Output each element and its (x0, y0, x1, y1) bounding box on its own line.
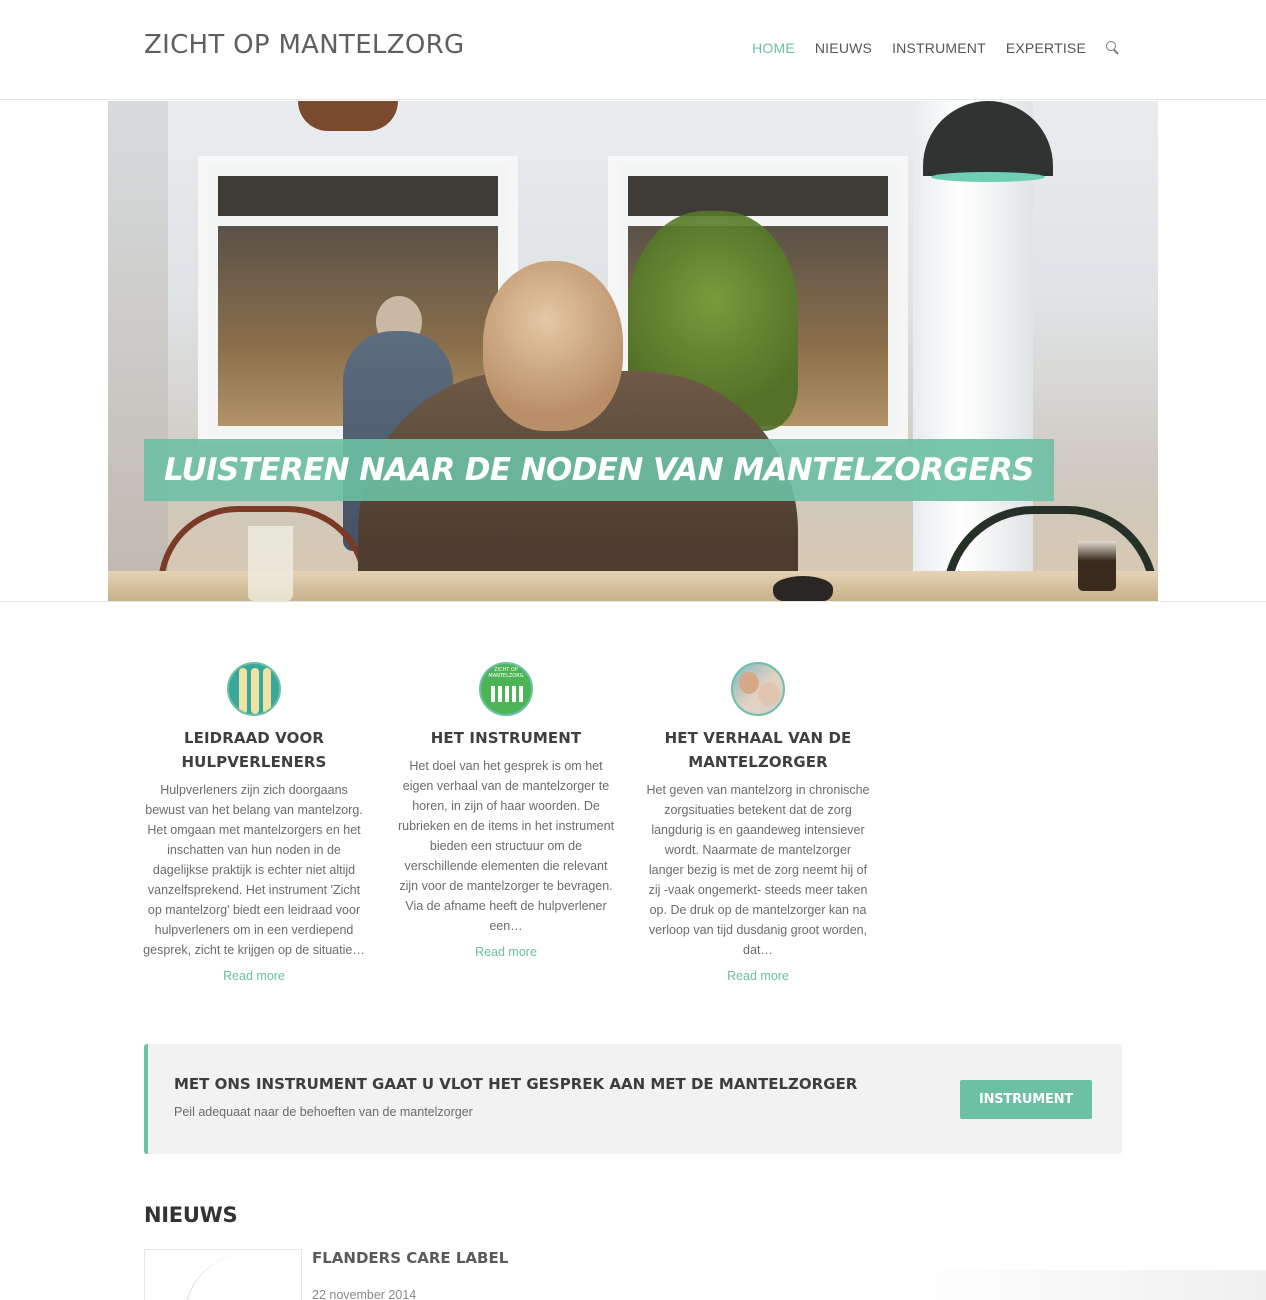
feature-title: HET VERHAAL VAN DE MANTELZORGER (664, 729, 852, 771)
feature-title: HET INSTRUMENT (430, 729, 582, 747)
news-heading: NIEUWS (144, 1203, 238, 1227)
cta-title: MET ONS INSTRUMENT GAAT U VLOT HET GESPR… (174, 1075, 858, 1093)
feature-text: Hulpverleners zijn zich doorgaans bewust… (143, 783, 365, 957)
news-thumbnail[interactable] (144, 1249, 302, 1300)
site-logo[interactable]: ZICHT OP MANTELZORG (144, 30, 464, 60)
call-to-action-box: MET ONS INSTRUMENT GAAT U VLOT HET GESPR… (144, 1044, 1122, 1154)
feature-leidraad: LEIDRAAD VOOR HULPVERLENERS Hulpverlener… (134, 662, 374, 983)
feature-verhaal: HET VERHAAL VAN DE MANTELZORGER Het geve… (638, 662, 878, 983)
feature-text: Het geven van mantelzorg in chronische z… (646, 783, 870, 957)
main-nav: HOME NIEUWS INSTRUMENT EXPERTISE (732, 40, 1120, 56)
feature-image (227, 662, 281, 716)
feature-instrument: ZICHT OP MANTELZORG HET INSTRUMENT Het d… (386, 662, 626, 959)
hero-caption: LUISTEREN NAAR DE NODEN VAN MANTELZORGER… (144, 439, 1054, 501)
hero-caption-text: LUISTEREN NAAR DE NODEN VAN MANTELZORGER… (164, 452, 1034, 488)
read-more-link[interactable]: Read more (134, 969, 374, 983)
news-item-date: 22 november 2014 (312, 1288, 417, 1300)
instrument-button[interactable]: INSTRUMENT (960, 1080, 1092, 1119)
read-more-link[interactable]: Read more (386, 945, 626, 959)
read-more-link[interactable]: Read more (638, 969, 878, 983)
hero-image (108, 101, 1158, 601)
feature-image (731, 662, 785, 716)
nav-item-home[interactable]: HOME (752, 40, 795, 56)
feature-image: ZICHT OP MANTELZORG (479, 662, 533, 716)
search-icon[interactable] (1106, 41, 1120, 55)
feature-text: Het doel van het gesprek is om het eigen… (397, 759, 615, 933)
cta-subtitle: Peil adequaat naar de behoeften van de m… (174, 1105, 473, 1119)
nav-item-nieuws[interactable]: NIEUWS (815, 40, 872, 56)
nav-item-expertise[interactable]: EXPERTISE (1006, 40, 1086, 56)
feature-image-text: ZICHT OP MANTELZORG (488, 667, 524, 679)
feature-title: LEIDRAAD VOOR HULPVERLENERS (181, 729, 327, 771)
news-item-title[interactable]: FLANDERS CARE LABEL (312, 1249, 508, 1267)
site-header: ZICHT OP MANTELZORG HOME NIEUWS INSTRUME… (0, 0, 1266, 100)
nav-item-instrument[interactable]: INSTRUMENT (892, 40, 986, 56)
